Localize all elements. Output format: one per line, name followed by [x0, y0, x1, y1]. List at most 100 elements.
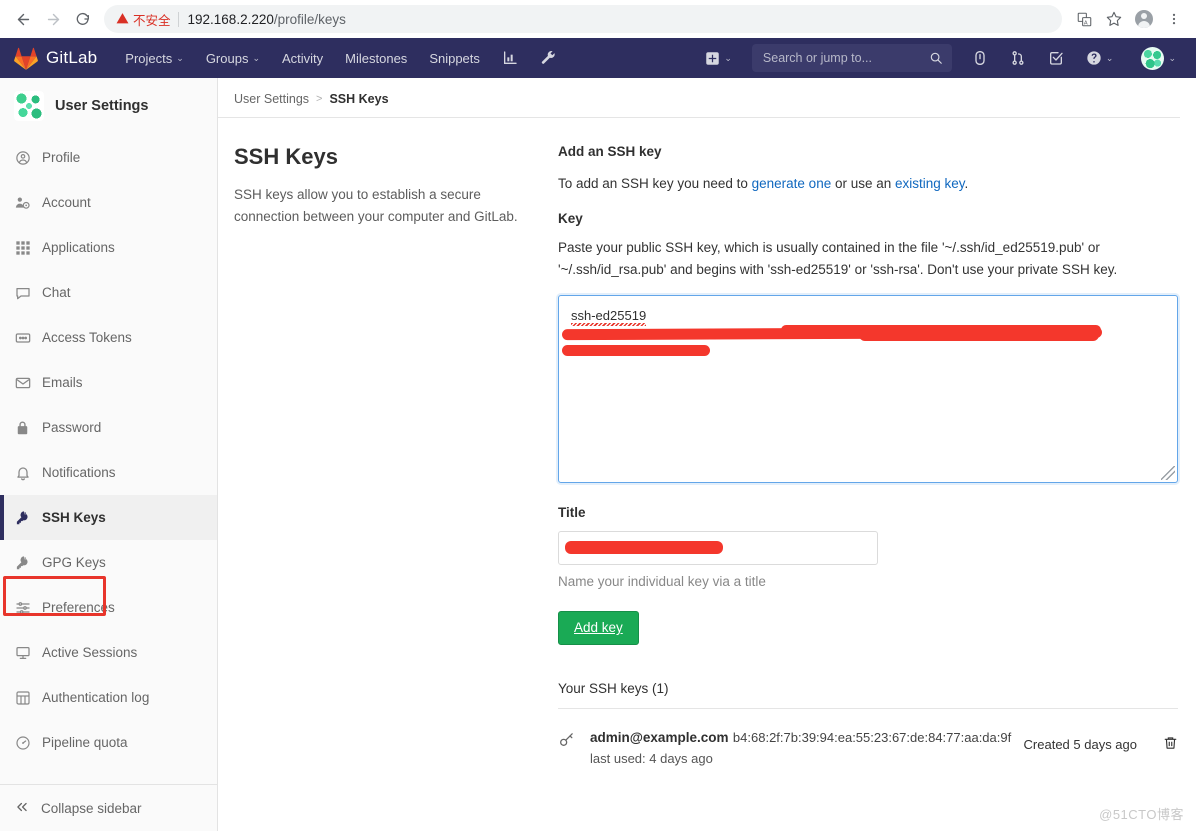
omnibox-divider [177, 11, 179, 27]
sidebar-item-label: Emails [42, 375, 83, 390]
gitlab-logo[interactable]: GitLab [14, 47, 97, 70]
key-field-label: Key [558, 211, 583, 226]
sidebar-item-authentication-log[interactable]: Authentication log [0, 675, 217, 720]
collapse-sidebar-button[interactable]: Collapse sidebar [0, 785, 217, 831]
key-icon [558, 727, 578, 753]
issues-button[interactable] [962, 44, 998, 72]
sidebar-item-label: Notifications [42, 465, 116, 480]
navbar-right: ⌄ ⌄ ⌄ [695, 40, 1186, 77]
nav-activity[interactable]: Activity [272, 44, 333, 73]
search-icon [930, 52, 942, 64]
nav-projects[interactable]: Projects ⌄ [115, 44, 194, 73]
sidebar-item-label: Access Tokens [42, 330, 132, 345]
delete-key-button[interactable] [1149, 727, 1178, 756]
sidebar-item-applications[interactable]: Applications [0, 225, 217, 270]
trash-icon [1164, 736, 1177, 749]
textarea-resize-handle[interactable] [1161, 466, 1175, 480]
sidebar-item-ssh-keys[interactable]: SSH Keys [0, 495, 217, 540]
keys-list-divider [558, 707, 1178, 709]
navbar-menu: Projects ⌄ Groups ⌄ Activity Milestones … [115, 44, 566, 73]
address-bar[interactable]: 不安全 192.168.2.220/profile/keys [104, 5, 1062, 33]
watermark: @51CTO博客 [1099, 807, 1184, 822]
breadcrumb-root[interactable]: User Settings [234, 92, 309, 106]
sliders-icon [14, 600, 31, 616]
title-input[interactable] [558, 531, 878, 565]
sidebar-item-access-tokens[interactable]: Access Tokens [0, 315, 217, 360]
reload-button[interactable] [68, 4, 98, 34]
key-title: admin@example.com [590, 729, 729, 745]
sidebar-item-notifications[interactable]: Notifications [0, 450, 217, 495]
reload-icon [76, 12, 89, 25]
add-ssh-key-heading: Add an SSH key [558, 144, 662, 159]
quota-icon [14, 735, 31, 751]
user-menu-button[interactable]: ⌄ [1125, 40, 1186, 77]
profile-button[interactable] [1130, 5, 1158, 33]
intro-prefix: To add an SSH key you need to [558, 176, 752, 191]
chevron-down-icon: ⌄ [1105, 52, 1114, 63]
todos-icon [1049, 52, 1063, 65]
help-button[interactable]: ⌄ [1076, 43, 1124, 73]
nav-milestones[interactable]: Milestones [335, 44, 417, 73]
bookmark-button[interactable] [1100, 5, 1128, 33]
key-fingerprint: b4:68:2f:7b:39:94:ea:55:23:67:de:84:77:a… [732, 729, 1012, 745]
sidebar-item-active-sessions[interactable]: Active Sessions [0, 630, 217, 675]
sidebar-nav: Profile Account Applications Chat Access… [0, 135, 217, 784]
sidebar-item-label: Password [42, 420, 102, 435]
envelope-icon [14, 375, 31, 391]
url-host: 192.168.2.220 [187, 11, 274, 27]
chevron-down-icon: ⌄ [252, 52, 260, 63]
search-box[interactable] [751, 44, 952, 72]
sidebar-title: User Settings [55, 98, 149, 114]
generate-one-link[interactable]: generate one [752, 176, 832, 191]
forward-button[interactable] [38, 4, 68, 34]
add-key-button[interactable]: Add key [558, 611, 639, 645]
intro-suffix: . [964, 176, 969, 191]
token-icon [14, 330, 31, 346]
star-icon [1106, 11, 1122, 26]
intro-middle: or use an [831, 176, 896, 191]
your-ssh-keys-heading: Your SSH keys (1) [558, 680, 669, 696]
new-item-button[interactable]: ⌄ [695, 44, 742, 73]
merge-request-icon [1012, 51, 1024, 65]
account-icon [14, 195, 31, 211]
title-field-label: Title [558, 505, 586, 520]
url-text: 192.168.2.220/profile/keys [188, 12, 346, 27]
sidebar-item-password[interactable]: Password [0, 405, 217, 450]
url-path: /profile/keys [273, 11, 346, 27]
sidebar-item-preferences[interactable]: Preferences [0, 585, 217, 630]
browser-menu-button[interactable] [1160, 5, 1188, 33]
plus-square-icon [706, 51, 720, 65]
main-content: User Settings > SSH Keys SSH Keys SSH ke… [218, 78, 1196, 831]
ssh-key-textarea[interactable]: ssh-ed25519 [558, 295, 1178, 483]
sidebar-item-emails[interactable]: Emails [0, 360, 217, 405]
translate-button[interactable]: A [1070, 5, 1098, 33]
monitor-icon [14, 645, 31, 661]
nav-analytics-button[interactable] [492, 44, 528, 72]
settings-columns: SSH Keys SSH keys allow you to establish… [218, 118, 1196, 773]
sidebar-item-profile[interactable]: Profile [0, 135, 217, 180]
chevron-down-icon: ⌄ [1168, 52, 1176, 63]
help-icon [1087, 51, 1101, 65]
nav-admin-button[interactable] [530, 44, 566, 72]
sidebar-item-account[interactable]: Account [0, 180, 217, 225]
sidebar-item-pipeline-quota[interactable]: Pipeline quota [0, 720, 217, 765]
existing-key-link[interactable]: existing key [895, 176, 965, 191]
breadcrumb-separator: > [316, 93, 323, 105]
avatar [1141, 46, 1165, 70]
browser-actions: A [1070, 5, 1188, 33]
chart-icon [503, 51, 517, 64]
nav-snippets[interactable]: Snippets [419, 44, 490, 73]
sidebar-item-chat[interactable]: Chat [0, 270, 217, 315]
key-created-date: Created 5 days ago [1023, 736, 1137, 752]
security-warning-text: 不安全 [133, 13, 171, 28]
nav-groups[interactable]: Groups ⌄ [196, 44, 270, 73]
gitlab-brand-text: GitLab [46, 48, 98, 67]
back-button[interactable] [8, 4, 38, 34]
chevron-down-icon: ⌄ [176, 52, 184, 63]
redaction-mark [859, 329, 1099, 341]
todos-button[interactable] [1038, 44, 1074, 72]
search-input[interactable] [760, 50, 929, 66]
merge-requests-button[interactable] [1000, 44, 1036, 72]
log-icon [14, 690, 31, 706]
sidebar-item-gpg-keys[interactable]: GPG Keys [0, 540, 217, 585]
